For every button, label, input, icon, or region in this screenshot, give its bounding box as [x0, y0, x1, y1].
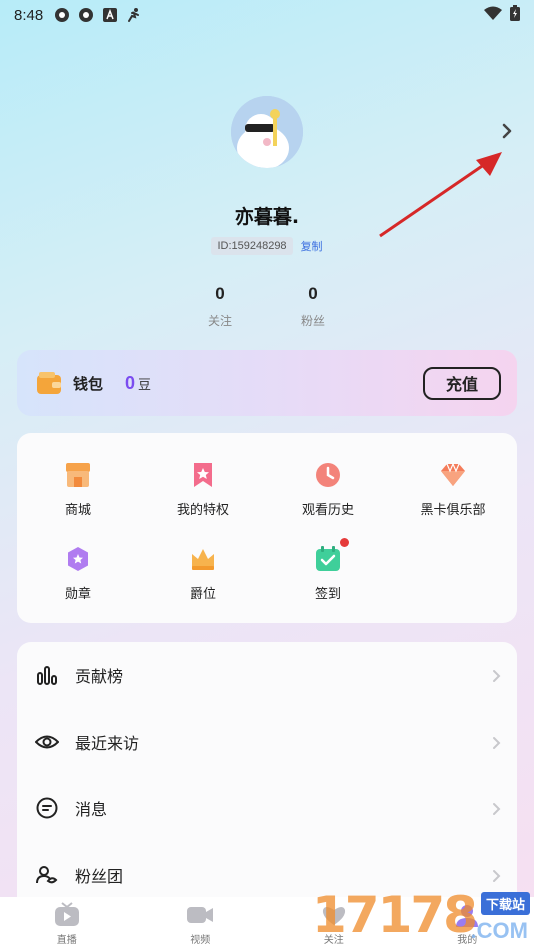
- shop-icon: [63, 460, 93, 490]
- feature-history[interactable]: 观看历史: [268, 460, 388, 518]
- medal-icon: [63, 544, 93, 574]
- tab-label: 视频: [190, 934, 211, 946]
- feature-label: 爵位: [189, 587, 216, 602]
- notification-dot: [340, 538, 349, 547]
- wallet-balance: 0: [125, 372, 136, 393]
- watermark-digits: 17178: [312, 886, 478, 944]
- chevron-right-icon: [491, 668, 503, 682]
- wallet-card[interactable]: 钱包 0 豆 充值: [17, 350, 517, 416]
- a-notification-icon: [101, 6, 119, 24]
- user-id-row: ID:159248298 复制: [0, 237, 534, 255]
- tab-live[interactable]: 直播: [0, 897, 134, 950]
- feature-privilege[interactable]: 我的特权: [143, 460, 263, 518]
- video-icon: [186, 902, 214, 928]
- profile-detail-chevron-icon[interactable]: [498, 122, 516, 140]
- following-count: 0: [215, 284, 225, 303]
- privilege-icon: [188, 460, 218, 490]
- chevron-right-icon: [491, 735, 503, 749]
- app-notification-icon: [53, 6, 71, 24]
- chevron-right-icon: [491, 801, 503, 815]
- feature-nobility[interactable]: 爵位: [143, 544, 263, 602]
- menu-item-contribution-rank[interactable]: 贡献榜: [17, 642, 517, 708]
- annotation-arrow-icon: [370, 146, 510, 246]
- crown-icon: [188, 544, 218, 574]
- copy-id-button[interactable]: 复制: [301, 238, 323, 254]
- menu-item-recent-visitors[interactable]: 最近来访: [17, 709, 517, 775]
- feature-black-card-club[interactable]: 黑卡俱乐部: [393, 460, 513, 518]
- menu-list-card: 贡献榜 最近来访 消息 粉丝团: [17, 642, 517, 912]
- feature-label: 签到: [314, 587, 341, 602]
- eye-icon: [34, 730, 60, 754]
- watermark-site: 下载站: [480, 892, 530, 915]
- tab-video[interactable]: 视频: [134, 897, 268, 950]
- battery-icon: [510, 5, 520, 25]
- features-card: 商城 我的特权 观看历史 黑卡俱乐部 勋章 爵位 签到: [17, 433, 517, 623]
- wallet-icon: [37, 372, 61, 394]
- wifi-icon: [484, 6, 502, 24]
- site-watermark-logo: 17178 下载站 .COM: [312, 886, 534, 950]
- feature-label: 勋章: [64, 587, 91, 602]
- fans-stat[interactable]: 0 粉丝: [283, 284, 343, 329]
- following-label: 关注: [207, 314, 232, 328]
- chevron-right-icon: [491, 868, 503, 882]
- status-bar: 8:48: [0, 0, 534, 30]
- menu-item-label: 粉丝团: [75, 867, 124, 886]
- fans-label: 粉丝: [300, 314, 325, 328]
- running-icon: [125, 6, 143, 24]
- status-time: 8:48: [14, 6, 44, 24]
- fan-group-icon: [35, 863, 59, 887]
- live-icon: [53, 901, 81, 928]
- history-icon: [313, 460, 343, 490]
- feature-shop[interactable]: 商城: [18, 460, 138, 518]
- wallet-label: 钱包: [73, 374, 104, 393]
- message-icon: [35, 796, 59, 820]
- feature-label: 我的特权: [176, 503, 229, 518]
- bar-chart-icon: [35, 663, 59, 687]
- wallet-unit: 豆: [138, 377, 152, 393]
- feature-medal[interactable]: 勋章: [18, 544, 138, 602]
- fans-count: 0: [308, 284, 318, 303]
- menu-item-label: 贡献榜: [75, 667, 124, 686]
- checkin-icon: [313, 538, 349, 574]
- feature-label: 观看历史: [301, 503, 354, 518]
- tab-label: 直播: [56, 934, 77, 946]
- menu-item-messages[interactable]: 消息: [17, 775, 517, 841]
- recharge-button[interactable]: 充值: [423, 366, 501, 400]
- feature-label: 黑卡俱乐部: [420, 503, 486, 518]
- user-id: ID:159248298: [211, 237, 293, 255]
- nickname: 亦暮暮.: [234, 206, 300, 228]
- watermark-domain: .COM: [470, 918, 528, 943]
- diamond-icon: [438, 460, 468, 490]
- feature-label: 商城: [64, 503, 91, 518]
- app-notification-icon: [77, 6, 95, 24]
- avatar[interactable]: [231, 96, 303, 168]
- menu-item-label: 最近来访: [75, 734, 140, 753]
- following-stat[interactable]: 0 关注: [190, 284, 250, 329]
- menu-item-label: 消息: [75, 800, 108, 819]
- feature-checkin[interactable]: 签到: [268, 538, 388, 602]
